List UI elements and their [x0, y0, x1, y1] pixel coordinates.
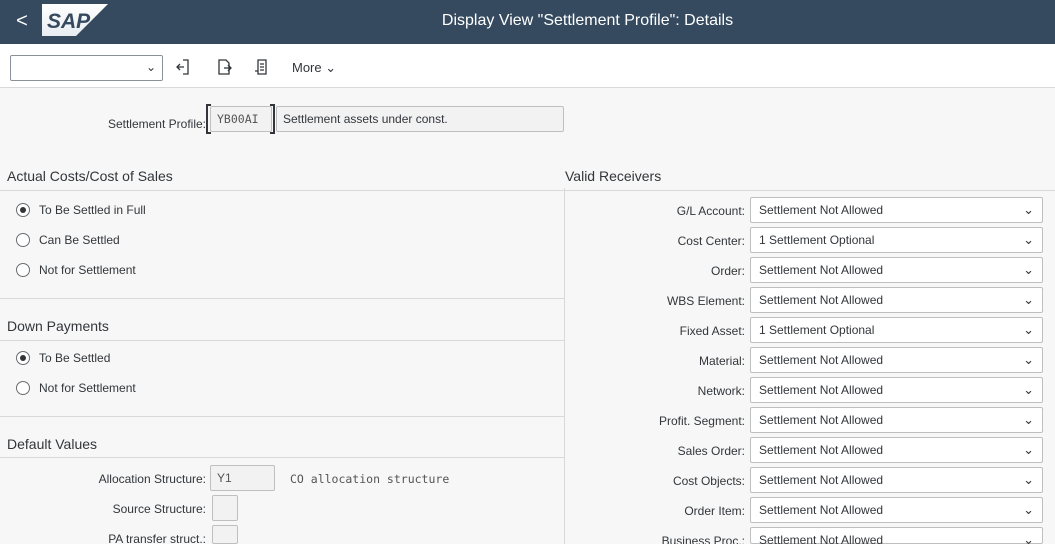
receiver-dropdown[interactable]: Settlement Not Allowed ⌄ [750, 527, 1043, 544]
radio-label: Can Be Settled [39, 233, 120, 247]
chevron-down-icon: ⌄ [1023, 382, 1034, 397]
more-menu-button[interactable]: More ⌄ [292, 60, 336, 76]
chevron-down-icon: ⌄ [1023, 352, 1034, 367]
exit-icon[interactable] [174, 57, 194, 77]
receiver-label: Sales Order: [677, 444, 745, 458]
chevron-down-icon: ⌄ [1023, 502, 1034, 517]
focus-bracket-right [270, 104, 275, 134]
receiver-dropdown-value: 1 Settlement Optional [759, 323, 875, 337]
radio-can-be-settled[interactable]: Can Be Settled [16, 233, 120, 247]
radio-dp-not-for-settlement[interactable]: Not for Settlement [16, 381, 136, 395]
chevron-down-icon: ⌄ [325, 60, 337, 75]
radio-not-for-settlement[interactable]: Not for Settlement [16, 263, 136, 277]
settlement-profile-code: YB00AI [210, 106, 272, 132]
receiver-dropdown[interactable]: Settlement Not Allowed ⌄ [750, 347, 1043, 373]
valid-receivers-title: Valid Receivers [565, 168, 662, 184]
receiver-label: Profit. Segment: [658, 414, 745, 428]
chevron-down-icon: ⌄ [1023, 412, 1034, 427]
allocation-structure-value: Y1 [210, 465, 275, 491]
radio-selected-icon [16, 351, 30, 365]
settlement-profile-description: Settlement assets under const. [276, 106, 564, 132]
receiver-dropdown[interactable]: Settlement Not Allowed ⌄ [750, 497, 1043, 523]
receiver-dropdown-value: Settlement Not Allowed [759, 443, 884, 457]
receiver-label: Material: [698, 354, 745, 368]
radio-label: To Be Settled in Full [39, 203, 146, 217]
receiver-dropdown[interactable]: Settlement Not Allowed ⌄ [750, 287, 1043, 313]
receiver-dropdown-value: 1 Settlement Optional [759, 233, 875, 247]
chevron-down-icon: ⌄ [1023, 262, 1034, 277]
chevron-down-icon: ⌄ [1023, 472, 1034, 487]
allocation-structure-label: Allocation Structure: [98, 472, 206, 486]
actual-costs-title: Actual Costs/Cost of Sales [7, 168, 173, 184]
radio-unselected-icon [16, 263, 30, 277]
print-icon[interactable] [252, 57, 272, 77]
more-label: More [292, 60, 322, 75]
divider [0, 457, 564, 458]
chevron-down-icon: ⌄ [1023, 322, 1034, 337]
allocation-structure-description: CO allocation structure [290, 472, 450, 486]
chevron-down-icon: ⌄ [1023, 232, 1034, 247]
chevron-down-icon: ⌄ [1023, 202, 1034, 217]
receiver-dropdown-value: Settlement Not Allowed [759, 383, 884, 397]
receiver-dropdown-value: Settlement Not Allowed [759, 353, 884, 367]
export-icon[interactable] [214, 57, 234, 77]
radio-selected-icon [16, 203, 30, 217]
shell-bar: < SAP Display View "Settlement Profile":… [0, 0, 1055, 44]
receiver-dropdown-value: Settlement Not Allowed [759, 413, 884, 427]
receiver-dropdown[interactable]: 1 Settlement Optional ⌄ [750, 227, 1043, 253]
source-structure-label: Source Structure: [112, 502, 206, 516]
receiver-label: Network: [697, 384, 745, 398]
receiver-label: Order: [710, 264, 745, 278]
page-title: Display View "Settlement Profile": Detai… [441, 12, 734, 29]
radio-label: Not for Settlement [39, 263, 136, 277]
receiver-dropdown[interactable]: Settlement Not Allowed ⌄ [750, 377, 1043, 403]
divider [0, 298, 564, 299]
receiver-label: Cost Center: [677, 234, 745, 248]
receiver-dropdown[interactable]: Settlement Not Allowed ⌄ [750, 407, 1043, 433]
chevron-down-icon: ⌄ [1023, 292, 1034, 307]
receiver-label: Fixed Asset: [679, 324, 745, 338]
receiver-dropdown-value: Settlement Not Allowed [759, 473, 884, 487]
radio-unselected-icon [16, 381, 30, 395]
settlement-profile-label: Settlement Profile: [107, 117, 206, 131]
receiver-dropdown-value: Settlement Not Allowed [759, 533, 884, 544]
chevron-down-icon: ⌄ [1023, 442, 1034, 457]
divider [0, 340, 564, 341]
receiver-label: Business Proc.: [661, 534, 745, 544]
radio-label: Not for Settlement [39, 381, 136, 395]
radio-settled-in-full[interactable]: To Be Settled in Full [16, 203, 146, 217]
column-divider [564, 188, 565, 544]
radio-dp-to-be-settled[interactable]: To Be Settled [16, 351, 110, 365]
receiver-label: Order Item: [684, 504, 745, 518]
command-select[interactable]: ⌄ [10, 55, 163, 81]
source-structure-field [212, 495, 238, 521]
chevron-down-icon: ⌄ [1023, 532, 1034, 544]
receiver-dropdown-value: Settlement Not Allowed [759, 263, 884, 277]
receiver-label: WBS Element: [666, 294, 745, 308]
receiver-dropdown-value: Settlement Not Allowed [759, 503, 884, 517]
chevron-down-icon: ⌄ [145, 60, 156, 74]
divider [0, 416, 564, 417]
receiver-dropdown[interactable]: Settlement Not Allowed ⌄ [750, 467, 1043, 493]
receiver-label: G/L Account: [676, 204, 745, 218]
toolbar: ⌄ More ⌄ [0, 44, 1055, 88]
receiver-dropdown[interactable]: Settlement Not Allowed ⌄ [750, 437, 1043, 463]
default-values-title: Default Values [7, 436, 98, 452]
receiver-dropdown[interactable]: 1 Settlement Optional ⌄ [750, 317, 1043, 343]
receiver-dropdown[interactable]: Settlement Not Allowed ⌄ [750, 197, 1043, 223]
radio-unselected-icon [16, 233, 30, 247]
receiver-dropdown-value: Settlement Not Allowed [759, 203, 884, 217]
divider [564, 190, 1055, 191]
pa-transfer-field [212, 525, 238, 544]
receiver-dropdown-value: Settlement Not Allowed [759, 293, 884, 307]
receiver-label: Cost Objects: [672, 474, 745, 488]
divider [0, 190, 564, 191]
radio-label: To Be Settled [39, 351, 111, 365]
down-payments-title: Down Payments [7, 318, 109, 334]
pa-transfer-label: PA transfer struct.: [108, 532, 206, 544]
receiver-dropdown[interactable]: Settlement Not Allowed ⌄ [750, 257, 1043, 283]
